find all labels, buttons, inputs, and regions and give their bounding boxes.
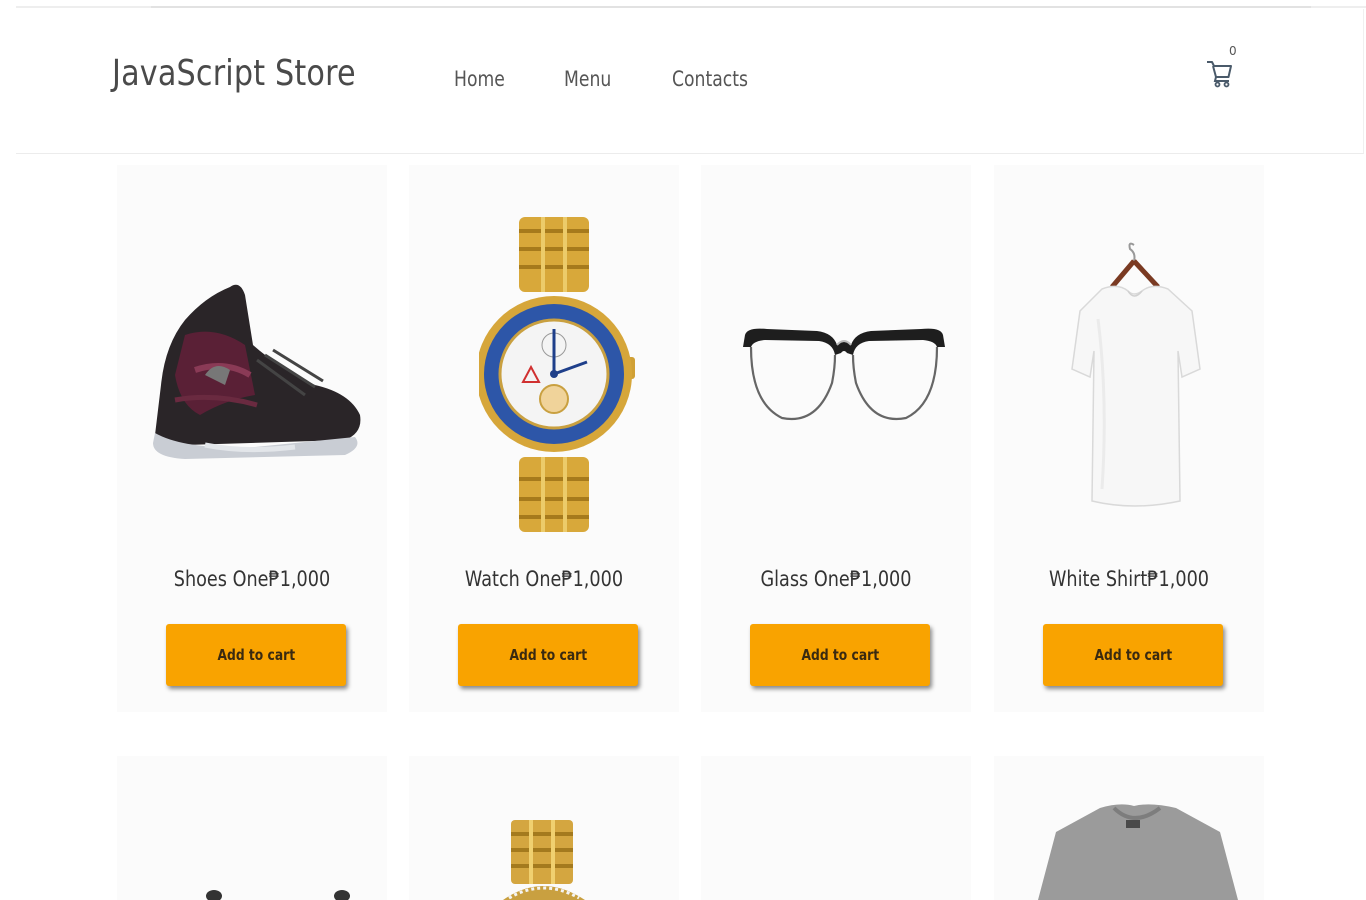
product-card xyxy=(701,756,971,900)
cart-count: 0 xyxy=(1229,44,1237,58)
product-card xyxy=(409,756,679,900)
main-nav: Home Menu Contacts xyxy=(454,67,792,91)
product-label: Shoes One₱1,000 xyxy=(173,567,331,591)
gold-watch-image xyxy=(479,217,635,532)
product-label: White Shirt₱1,000 xyxy=(1048,567,1210,591)
nav-contacts-link[interactable]: Contacts xyxy=(672,67,770,91)
brand-title: JavaScript Store xyxy=(112,53,356,94)
top-divider xyxy=(16,6,1366,8)
eyeglasses-image xyxy=(743,328,945,421)
sneaker-image xyxy=(206,890,350,900)
site-header: JavaScript Store Home Menu Contacts xyxy=(16,9,1364,154)
grey-tshirt-image xyxy=(1038,804,1238,900)
sneaker-image xyxy=(153,284,361,459)
product-card: White Shirt₱1,000 Add to cart xyxy=(994,165,1264,712)
nav-menu-link[interactable]: Menu xyxy=(564,67,653,91)
add-to-cart-button[interactable]: Add to cart xyxy=(750,624,930,686)
product-card xyxy=(994,756,1264,900)
shopping-cart-icon[interactable] xyxy=(1205,58,1235,88)
add-to-cart-button[interactable]: Add to cart xyxy=(166,624,346,686)
add-to-cart-button[interactable]: Add to cart xyxy=(458,624,638,686)
white-tshirt-image xyxy=(1071,242,1201,507)
gold-watch-image xyxy=(503,820,585,900)
product-label: Watch One₱1,000 xyxy=(464,567,624,591)
product-card: Shoes One₱1,000 Add to cart xyxy=(117,165,387,712)
product-card xyxy=(117,756,387,900)
product-card: Glass One₱1,000 Add to cart xyxy=(701,165,971,712)
add-to-cart-button[interactable]: Add to cart xyxy=(1043,624,1223,686)
product-card: Watch One₱1,000 Add to cart xyxy=(409,165,679,712)
product-label: Glass One₱1,000 xyxy=(760,567,912,591)
nav-home-link[interactable]: Home xyxy=(454,67,544,91)
